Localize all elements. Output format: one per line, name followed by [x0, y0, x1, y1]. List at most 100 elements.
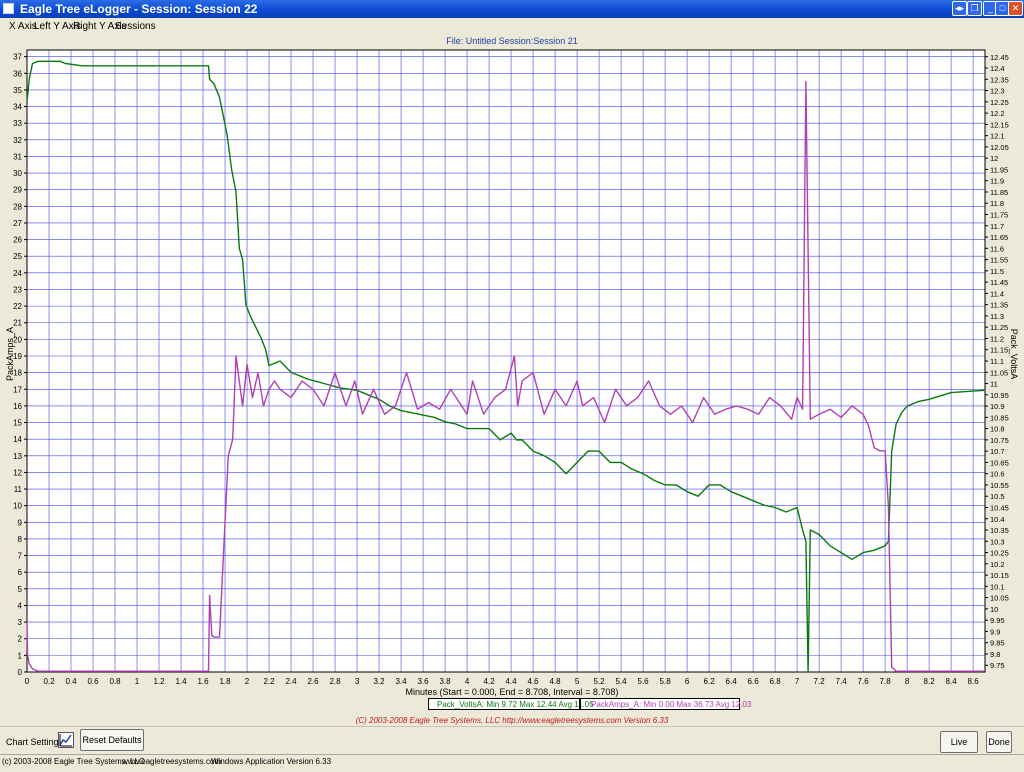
- legend: Pack_VoltsA: Min 9.72 Max 12.44 Avg 11.0…: [428, 698, 751, 710]
- y-right-tick-label: 11.95: [990, 165, 1008, 174]
- y-right-tick-label: 12.45: [990, 53, 1009, 62]
- x-tick-label: 8: [905, 677, 910, 686]
- x-tick-label: 1.6: [197, 677, 209, 686]
- y-right-tick-label: 11.2: [990, 334, 1004, 343]
- y-right-tick-label: 11.75: [990, 211, 1008, 220]
- y-right-tick-label: 11.35: [990, 301, 1008, 310]
- x-tick-label: 5.2: [594, 677, 606, 686]
- y-left-tick-label: 11: [14, 485, 23, 494]
- x-tick-label: 1.4: [175, 677, 187, 686]
- y-left-tick-label: 10: [13, 502, 22, 511]
- y-right-tick-label: 10.95: [990, 391, 1009, 400]
- y-left-tick-label: 16: [13, 402, 22, 411]
- y-left-tick-label: 35: [13, 86, 22, 95]
- y-right-tick-label: 11.8: [990, 199, 1004, 208]
- x-tick-label: 7: [795, 677, 800, 686]
- x-tick-label: 8.2: [924, 677, 936, 686]
- x-tick-label: 8.6: [968, 677, 980, 686]
- x-tick-label: 2.4: [285, 677, 297, 686]
- chart-settings-label: Chart Settings:: [6, 737, 66, 747]
- y-left-tick-label: 0: [18, 668, 23, 677]
- x-tick-label: 6.4: [726, 677, 738, 686]
- y-left-tick-label: 12: [13, 468, 22, 477]
- y-left-tick-label: 17: [13, 385, 22, 394]
- x-tick-label: 2.6: [307, 677, 319, 686]
- chart-settings-icon[interactable]: [58, 732, 74, 748]
- y-right-tick-label: 10.45: [990, 503, 1009, 512]
- y-right-tick-label: 10.8: [990, 425, 1005, 434]
- y-right-tick-label: 12.05: [990, 143, 1009, 152]
- y-right-tick-label: 12.25: [990, 98, 1009, 107]
- y-right-tick-label: 10.6: [990, 470, 1005, 479]
- status-bar: (c) 2003-2008 Eagle Tree Systems, LLC ww…: [0, 754, 1024, 769]
- y-left-tick-label: 8: [18, 535, 23, 544]
- y-right-tick-label: 11.55: [990, 256, 1008, 265]
- x-tick-label: 0: [25, 677, 30, 686]
- y-left-tick-label: 7: [18, 552, 23, 561]
- right-axis-title-box: Pack_VoltsA: [1004, 329, 1024, 380]
- y-left-tick-label: 22: [13, 302, 22, 311]
- y-right-tick-label: 10: [990, 605, 998, 614]
- y-right-tick-label: 11.45: [990, 278, 1008, 287]
- y-right-tick-label: 10.7: [990, 447, 1005, 456]
- y-right-tick-label: 11.6: [990, 244, 1004, 253]
- y-right-tick-label: 10.15: [990, 571, 1009, 580]
- y-left-tick-label: 28: [13, 202, 22, 211]
- x-tick-label: 1: [135, 677, 140, 686]
- y-left-tick-label: 24: [13, 269, 22, 278]
- y-left-tick-label: 32: [13, 136, 22, 145]
- y-right-tick-label: 11.65: [990, 233, 1008, 242]
- y-left-tick-label: 13: [13, 452, 22, 461]
- left-axis-title-box: PackAmps_A: [0, 327, 20, 381]
- y-right-tick-label: 9.9: [990, 627, 1000, 636]
- x-tick-label: 4.2: [483, 677, 495, 686]
- x-tick-label: 3.8: [439, 677, 451, 686]
- x-tick-label: 7.2: [814, 677, 826, 686]
- status-website: www.eagletreesystems.com: [122, 757, 222, 766]
- y-left-tick-label: 14: [13, 435, 22, 444]
- y-right-tick-label: 12: [990, 154, 998, 163]
- y-left-tick-label: 6: [18, 568, 23, 577]
- x-tick-label: 5.8: [660, 677, 672, 686]
- session-chart[interactable]: 0123456789101112131415161718192021222324…: [0, 0, 1024, 768]
- x-tick-label: 5.6: [638, 677, 650, 686]
- x-tick-label: 4: [465, 677, 470, 686]
- x-axis-title: Minutes (Start = 0.000, End = 8.708, Int…: [405, 687, 619, 697]
- x-tick-label: 0.8: [109, 677, 121, 686]
- legend-divider: [579, 699, 581, 709]
- y-right-tick-label: 11.25: [990, 323, 1008, 332]
- live-mode-button[interactable]: Live Mode: [940, 731, 978, 767]
- done-button[interactable]: Done: [986, 731, 1012, 753]
- x-tick-label: 3.4: [395, 677, 407, 686]
- y-right-tick-label: 12.1: [990, 132, 1005, 141]
- bottom-panel: Chart Settings: Reset Defaults Live Mode…: [0, 726, 1024, 767]
- right-axis-title: Pack_VoltsA: [1009, 328, 1019, 380]
- x-tick-label: 3.6: [417, 677, 429, 686]
- y-left-tick-label: 15: [13, 419, 22, 428]
- x-tick-label: 6.6: [748, 677, 760, 686]
- y-right-tick-label: 10.75: [990, 436, 1009, 445]
- y-left-tick-label: 34: [13, 103, 22, 112]
- y-left-tick-label: 26: [13, 236, 22, 245]
- x-tick-label: 3.2: [373, 677, 385, 686]
- status-version: Windows Application Version 6.33: [211, 757, 332, 766]
- y-right-tick-label: 12.3: [990, 87, 1005, 96]
- x-tick-label: 3: [355, 677, 360, 686]
- y-right-tick-label: 11: [990, 380, 998, 389]
- y-right-tick-label: 10.9: [990, 402, 1005, 411]
- x-tick-label: 6.2: [704, 677, 716, 686]
- y-left-tick-label: 37: [13, 53, 22, 62]
- y-right-tick-label: 11.7: [990, 222, 1004, 231]
- legend-volts: Pack_VoltsA: Min 9.72 Max 12.44 Avg 11.0…: [437, 700, 594, 709]
- y-left-tick-label: 30: [13, 169, 22, 178]
- x-tick-label: 2.2: [263, 677, 275, 686]
- y-right-tick-label: 10.05: [990, 594, 1009, 603]
- reset-defaults-button[interactable]: Reset Defaults: [80, 729, 144, 751]
- y-right-tick-label: 11.05: [990, 368, 1008, 377]
- y-right-tick-label: 11.4: [990, 289, 1004, 298]
- left-axis-title: PackAmps_A: [5, 326, 15, 382]
- x-tick-label: 6: [685, 677, 690, 686]
- y-right-tick-label: 9.85: [990, 639, 1005, 648]
- y-right-tick-label: 12.35: [990, 75, 1009, 84]
- x-tick-label: 8.4: [946, 677, 958, 686]
